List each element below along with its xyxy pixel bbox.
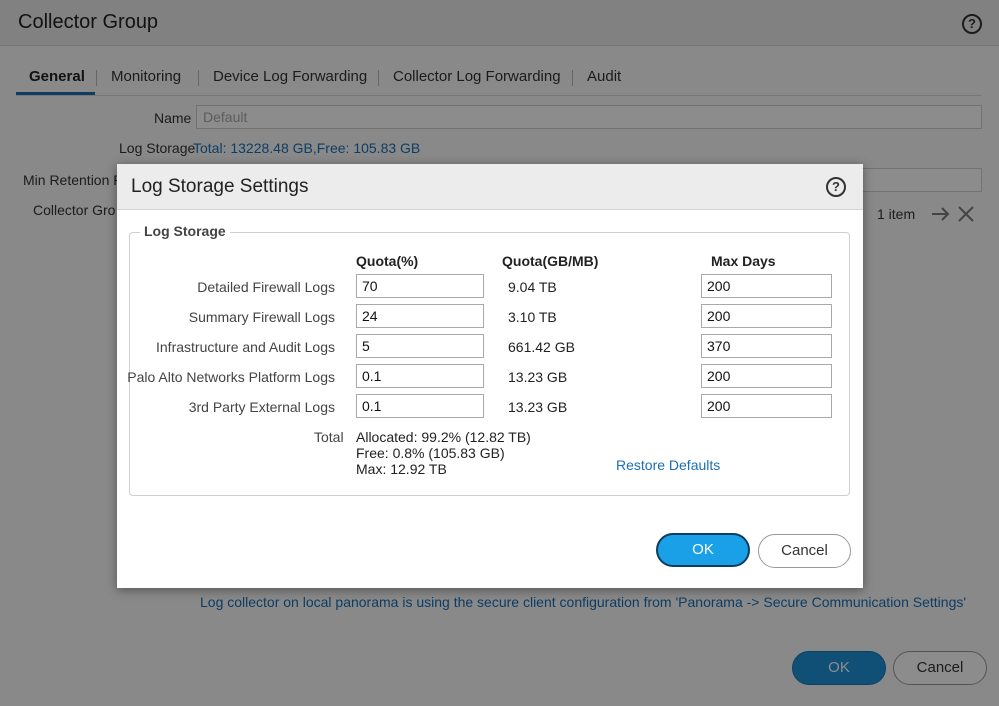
modal-title: Log Storage Settings bbox=[131, 176, 309, 197]
total-allocated: Allocated: 99.2% (12.82 TB) bbox=[356, 429, 531, 445]
quota-percent-input[interactable]: 0.1 bbox=[356, 364, 484, 388]
modal-cancel-button[interactable]: Cancel bbox=[758, 534, 851, 568]
total-max: Max: 12.92 TB bbox=[356, 461, 447, 477]
fieldset-legend: Log Storage bbox=[140, 223, 230, 239]
column-max-days: Max Days bbox=[711, 253, 776, 269]
modal-header: Log Storage Settings ? bbox=[117, 164, 863, 210]
quota-size-value: 9.04 TB bbox=[508, 279, 557, 295]
quota-size-value: 3.10 TB bbox=[508, 309, 557, 325]
row-label-summary-firewall: Summary Firewall Logs bbox=[188, 309, 335, 325]
row-label-infrastructure-audit: Infrastructure and Audit Logs bbox=[156, 339, 335, 355]
log-storage-fieldset: Log Storage Quota(%) Quota(GB/MB) Max Da… bbox=[127, 223, 850, 496]
max-days-input[interactable]: 200 bbox=[701, 364, 832, 388]
quota-percent-input[interactable]: 0.1 bbox=[356, 394, 484, 418]
help-icon[interactable]: ? bbox=[826, 177, 846, 197]
quota-size-value: 13.23 GB bbox=[508, 399, 568, 415]
log-storage-settings-modal: Log Storage Settings ? Log Storage Quota… bbox=[117, 164, 863, 588]
quota-percent-input[interactable]: 24 bbox=[356, 304, 484, 328]
total-label: Total bbox=[314, 429, 344, 445]
max-days-input[interactable]: 200 bbox=[701, 394, 832, 418]
quota-size-value: 13.23 GB bbox=[508, 369, 568, 385]
quota-size-value: 661.42 GB bbox=[508, 339, 575, 355]
modal-ok-button[interactable]: OK bbox=[656, 533, 750, 567]
quota-percent-input[interactable]: 70 bbox=[356, 274, 484, 298]
total-free: Free: 0.8% (105.83 GB) bbox=[356, 445, 505, 461]
max-days-input[interactable]: 200 bbox=[701, 274, 832, 298]
arrow-right-icon[interactable] bbox=[931, 205, 951, 223]
row-label-detailed-firewall: Detailed Firewall Logs bbox=[197, 279, 335, 295]
close-x-icon[interactable] bbox=[957, 205, 975, 223]
max-days-input[interactable]: 200 bbox=[701, 304, 832, 328]
max-days-input[interactable]: 370 bbox=[701, 334, 832, 358]
restore-defaults-link[interactable]: Restore Defaults bbox=[616, 457, 720, 473]
quota-percent-input[interactable]: 5 bbox=[356, 334, 484, 358]
column-quota-percent: Quota(%) bbox=[356, 253, 419, 269]
column-quota-size: Quota(GB/MB) bbox=[502, 253, 599, 269]
row-label-third-party-logs: 3rd Party External Logs bbox=[188, 399, 335, 415]
row-label-platform-logs: Palo Alto Networks Platform Logs bbox=[127, 369, 335, 385]
